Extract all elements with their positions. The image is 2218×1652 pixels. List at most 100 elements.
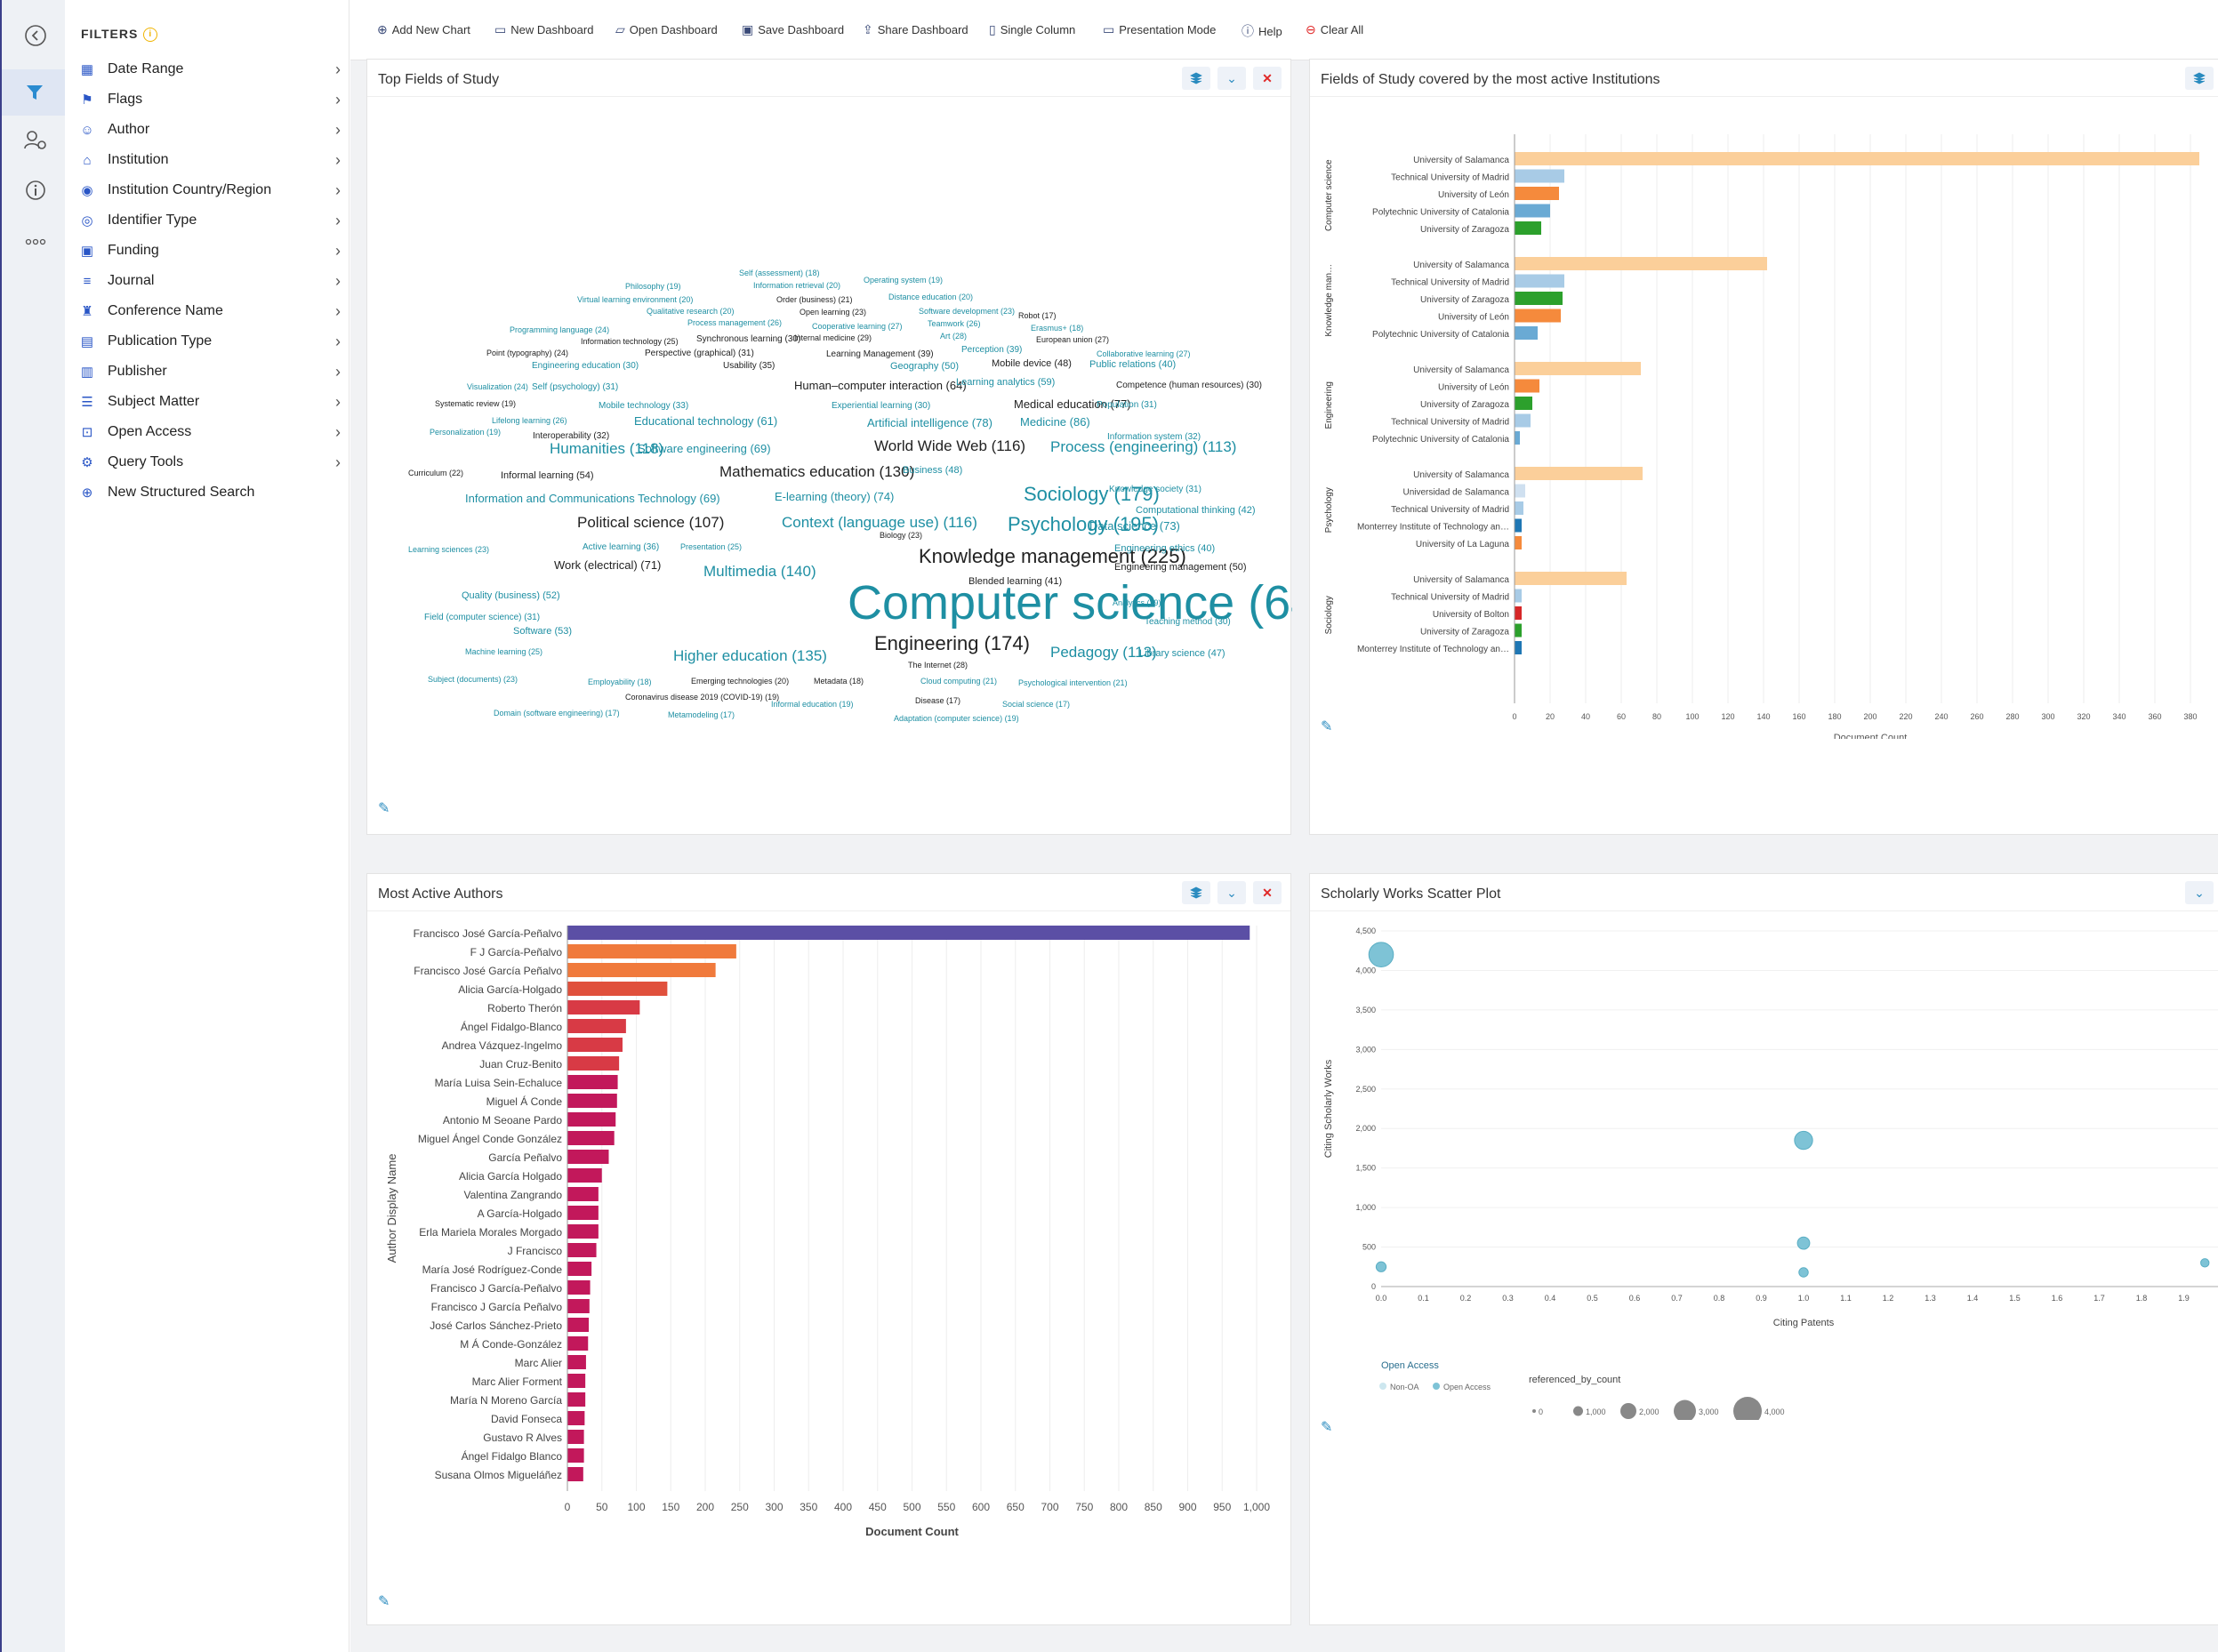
filter-item[interactable]: ◉ Institution Country/Region › (77, 176, 341, 204)
bar[interactable] (567, 1318, 590, 1332)
filter-item[interactable]: ▦ Date Range › (77, 55, 341, 84)
filters-info-icon[interactable]: i (143, 28, 158, 43)
bar[interactable] (1515, 572, 1627, 585)
bar[interactable] (1515, 518, 1522, 533)
bar[interactable] (1515, 326, 1538, 340)
bar[interactable] (567, 1448, 584, 1463)
edit-icon[interactable]: ✎ (378, 799, 396, 817)
bar[interactable] (567, 1056, 620, 1071)
bar[interactable] (1515, 467, 1643, 480)
clear-all-button[interactable]: ⊖ Clear All (1306, 22, 1363, 37)
bar[interactable] (567, 1019, 626, 1033)
bar[interactable] (567, 1112, 616, 1127)
bar[interactable] (567, 1038, 623, 1052)
filter-item[interactable]: ♜ Conference Name › (77, 297, 341, 325)
users-settings-icon[interactable] (20, 124, 52, 156)
scatter-point[interactable] (1368, 942, 1394, 967)
bar[interactable] (1515, 606, 1522, 620)
bar[interactable] (567, 1467, 583, 1481)
filter-item[interactable]: ⚑ Flags › (77, 85, 341, 114)
chevron-down-icon[interactable]: ⌄ (1217, 67, 1246, 90)
bar[interactable] (567, 1094, 617, 1108)
bar[interactable] (567, 1411, 585, 1425)
bar[interactable] (567, 944, 736, 958)
filter-icon[interactable] (2, 69, 67, 116)
collapse-icon[interactable] (20, 20, 52, 52)
bar[interactable] (567, 1224, 599, 1239)
bar[interactable] (1515, 536, 1522, 549)
bar[interactable] (1515, 623, 1522, 638)
more-icon[interactable] (20, 226, 52, 258)
bar[interactable] (567, 982, 668, 996)
filter-item[interactable]: ☰ Subject Matter › (77, 388, 341, 416)
bar[interactable] (567, 1280, 591, 1295)
bar[interactable] (1515, 397, 1532, 410)
chevron-down-icon[interactable]: ⌄ (2185, 881, 2214, 904)
bar[interactable] (567, 1243, 597, 1257)
bar[interactable] (567, 1336, 589, 1351)
bar[interactable] (1515, 362, 1641, 375)
chevron-down-icon[interactable]: ⌄ (1217, 881, 1246, 904)
close-icon[interactable]: ✕ (1253, 67, 1282, 90)
bar[interactable] (567, 1168, 602, 1183)
bar[interactable] (567, 1355, 586, 1369)
filter-item[interactable]: ▣ Funding › (77, 237, 341, 265)
bar[interactable] (567, 1075, 618, 1089)
bar[interactable] (567, 1000, 640, 1014)
single-column-button[interactable]: ▯ Single Column (989, 22, 1075, 37)
filter-item[interactable]: ☺ Author › (77, 116, 341, 144)
filter-item[interactable]: ▤ Publication Type › (77, 327, 341, 356)
bar[interactable] (567, 1392, 586, 1407)
scatter-point[interactable] (2200, 1258, 2210, 1268)
scatter-point[interactable] (1375, 1261, 1387, 1272)
bar[interactable] (1515, 641, 1522, 654)
bar[interactable] (567, 1262, 592, 1276)
bar[interactable] (567, 1150, 609, 1164)
bar[interactable] (567, 1299, 590, 1313)
bar[interactable] (567, 1131, 615, 1145)
bar[interactable] (1515, 274, 1564, 288)
save-dashboard-button[interactable]: ▣ Save Dashboard (742, 22, 844, 37)
bar[interactable] (567, 1374, 586, 1388)
bar[interactable] (1515, 187, 1559, 200)
bar[interactable] (1515, 169, 1564, 183)
edit-icon[interactable]: ✎ (1321, 1418, 1338, 1436)
filter-item[interactable]: ⊡ Open Access › (77, 418, 341, 446)
bar[interactable] (1515, 309, 1561, 323)
bar[interactable] (1515, 501, 1523, 515)
bar[interactable] (1515, 484, 1525, 498)
layers-icon[interactable] (1182, 67, 1210, 90)
filter-item[interactable]: ◎ Identifier Type › (77, 206, 341, 235)
bar[interactable] (567, 926, 1250, 940)
layers-icon[interactable] (1182, 881, 1210, 904)
info-icon[interactable] (20, 174, 52, 206)
bar[interactable] (1515, 431, 1520, 445)
bar[interactable] (1515, 379, 1539, 393)
share-dashboard-button[interactable]: ⇪ Share Dashboard (863, 22, 968, 37)
bar[interactable] (1515, 413, 1531, 428)
filter-item[interactable]: ⚙ Query Tools › (77, 448, 341, 477)
bar[interactable] (567, 1187, 599, 1201)
edit-icon[interactable]: ✎ (378, 1592, 396, 1610)
scatter-point[interactable] (1798, 1267, 1809, 1278)
open-dashboard-button[interactable]: ▱ Open Dashboard (615, 22, 718, 37)
bar[interactable] (567, 1206, 599, 1220)
scatter-point[interactable] (1794, 1130, 1813, 1151)
scatter-point[interactable] (1796, 1236, 1811, 1250)
bar[interactable] (1515, 221, 1541, 235)
bar[interactable] (1515, 589, 1522, 603)
bar[interactable] (567, 1430, 584, 1444)
edit-icon[interactable]: ✎ (1321, 718, 1338, 735)
close-icon[interactable]: ✕ (1253, 881, 1282, 904)
new-dashboard-button[interactable]: ▭ New Dashboard (494, 22, 593, 37)
help-button[interactable]: ⓘ Help (1242, 22, 1282, 40)
bar[interactable] (1515, 204, 1550, 218)
bar[interactable] (567, 963, 716, 977)
bar[interactable] (1515, 257, 1767, 270)
add-new-chart-button[interactable]: ⊕ Add New Chart (377, 22, 470, 37)
filter-item[interactable]: ⊕ New Structured Search (77, 478, 341, 507)
filter-item[interactable]: ≡ Journal › (77, 267, 341, 295)
bar[interactable] (1515, 292, 1563, 305)
filter-item[interactable]: ⌂ Institution › (77, 146, 341, 174)
layers-icon[interactable] (2185, 67, 2214, 90)
